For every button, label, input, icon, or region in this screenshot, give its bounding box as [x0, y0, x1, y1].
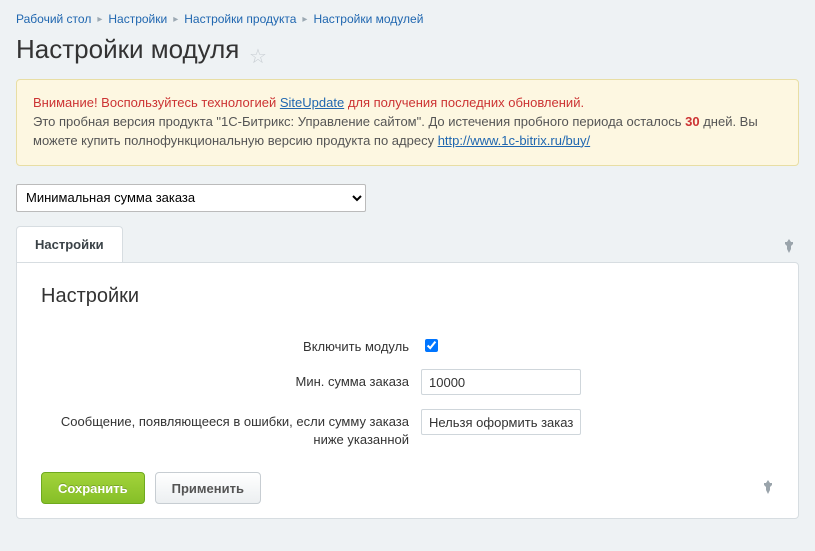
- apply-button[interactable]: Применить: [155, 472, 261, 504]
- page-title: Настройки модуля: [16, 34, 239, 65]
- error-message-label: Сообщение, появляющееся в ошибки, если с…: [41, 409, 421, 448]
- star-icon[interactable]: ☆: [249, 44, 267, 69]
- chevron-right-icon: ▸: [302, 14, 307, 25]
- settings-panel: Настройки Включить модуль Мин. сумма зак…: [16, 262, 799, 520]
- notice-box: Внимание! Воспользуйтесь технологией Sit…: [16, 79, 799, 166]
- chevron-right-icon: ▸: [97, 14, 102, 25]
- pin-icon[interactable]: [783, 233, 799, 262]
- site-update-link[interactable]: SiteUpdate: [280, 95, 344, 110]
- panel-heading: Настройки: [41, 285, 774, 308]
- save-button[interactable]: Сохранить: [41, 472, 145, 504]
- notice-warning: Внимание! Воспользуйтесь технологией Sit…: [33, 95, 584, 110]
- tab-settings[interactable]: Настройки: [16, 226, 123, 262]
- breadcrumb-item[interactable]: Настройки продукта: [184, 12, 296, 26]
- enable-module-label: Включить модуль: [41, 334, 421, 356]
- buy-link[interactable]: http://www.1c-bitrix.ru/buy/: [438, 133, 590, 148]
- chevron-right-icon: ▸: [173, 14, 178, 25]
- breadcrumb: Рабочий стол ▸ Настройки ▸ Настройки про…: [16, 12, 799, 26]
- tabs: Настройки: [16, 226, 799, 262]
- breadcrumb-item[interactable]: Рабочий стол: [16, 12, 91, 26]
- notice-days-left: 30: [685, 114, 699, 129]
- min-sum-input[interactable]: [421, 369, 581, 395]
- min-sum-label: Мин. сумма заказа: [41, 369, 421, 391]
- breadcrumb-item[interactable]: Настройки: [108, 12, 167, 26]
- breadcrumb-item[interactable]: Настройки модулей: [313, 12, 423, 26]
- notice-trial-text: Это пробная версия продукта "1С-Битрикс:…: [33, 114, 685, 129]
- enable-module-checkbox[interactable]: [425, 339, 438, 352]
- pin-icon[interactable]: [762, 480, 774, 497]
- error-message-input[interactable]: [421, 409, 581, 435]
- module-select[interactable]: Минимальная сумма заказа: [16, 184, 366, 212]
